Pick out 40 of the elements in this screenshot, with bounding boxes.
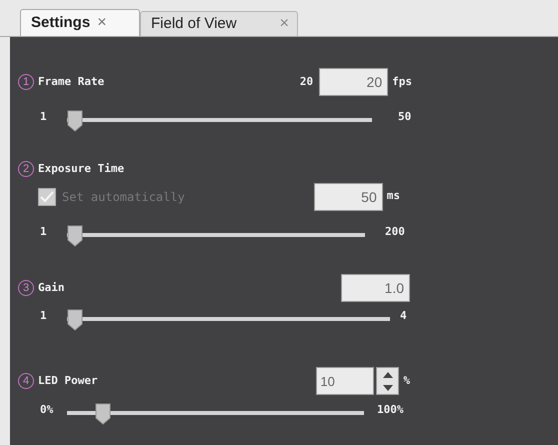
- close-icon[interactable]: ×: [97, 11, 107, 35]
- spin-buttons[interactable]: [376, 367, 400, 395]
- slider[interactable]: [67, 403, 364, 425]
- value-field[interactable]: 10: [316, 367, 374, 395]
- min-label: 1: [40, 108, 48, 125]
- step-number-badge: 4: [18, 373, 34, 389]
- unit-label: fps: [392, 74, 412, 90]
- slider[interactable]: [67, 309, 390, 331]
- max-label: 200: [385, 224, 405, 240]
- slider[interactable]: [67, 110, 372, 132]
- slider-thumb[interactable]: [67, 309, 83, 331]
- tab-label: Field of View: [151, 14, 237, 34]
- checkbox-label: Set automatically: [62, 188, 185, 206]
- current-value: 20: [300, 74, 314, 90]
- max-label: 100%: [377, 402, 404, 418]
- max-label: 50: [398, 108, 412, 125]
- slider-thumb[interactable]: [95, 403, 111, 425]
- section-title: LED Power: [38, 372, 98, 389]
- close-icon[interactable]: ×: [280, 12, 289, 36]
- min-label: 1: [40, 224, 48, 240]
- tab-label: Settings: [31, 12, 90, 33]
- section-title: Exposure Time: [38, 160, 124, 177]
- value-field[interactable]: 50: [314, 182, 383, 210]
- tab[interactable]: Settings ×: [20, 9, 140, 36]
- unit-label: ms: [386, 188, 400, 204]
- section-title: Frame Rate: [38, 74, 104, 90]
- max-label: 4: [400, 308, 407, 324]
- slider-thumb[interactable]: [67, 110, 83, 132]
- min-label: 1: [40, 308, 48, 324]
- tab[interactable]: Field of View ×: [140, 11, 298, 36]
- min-label: 0%: [40, 402, 54, 418]
- slider[interactable]: [67, 225, 365, 247]
- step-number-badge: 2: [18, 161, 34, 177]
- section-title: Gain: [38, 280, 64, 296]
- value-field[interactable]: 1.0: [341, 274, 410, 302]
- slider-thumb[interactable]: [67, 225, 83, 247]
- step-number-badge: 1: [18, 74, 34, 90]
- step-number-badge: 3: [18, 280, 34, 296]
- value-field[interactable]: 20: [319, 68, 388, 96]
- unit-label: %: [403, 372, 410, 389]
